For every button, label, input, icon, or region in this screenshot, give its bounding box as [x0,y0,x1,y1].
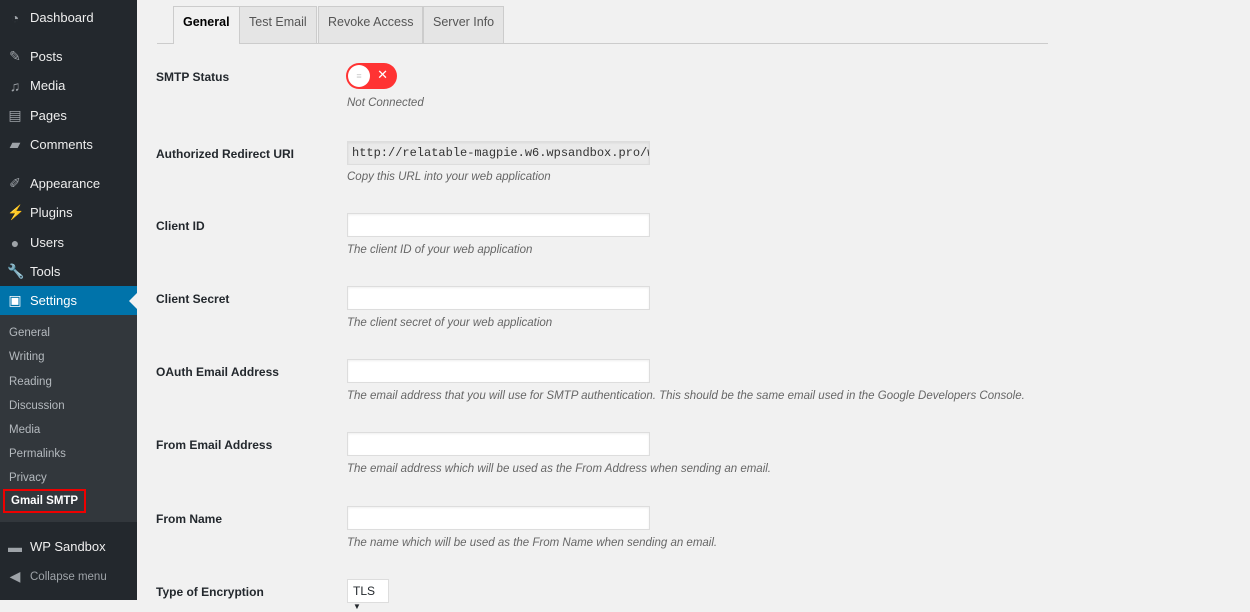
menu-dashboard[interactable]: ◔ Dashboard [0,3,137,32]
collapse-icon: ◀ [9,568,21,584]
tab-server-info[interactable]: Server Info [423,6,505,43]
plugin-icon: ⚡ [7,204,25,220]
oauth-email-label: OAuth Email Address [156,365,279,379]
menu-plugins[interactable]: ⚡ Plugins [0,198,137,227]
menu-wp-sandbox[interactable]: ▬ WP Sandbox [0,532,137,561]
menu-appearance[interactable]: ✐ Appearance [0,169,137,198]
collapse-menu-button[interactable]: ◀ Collapse menu [0,562,137,591]
settings-tabs: General Test Email Revoke Access Server … [157,6,1048,44]
submenu-permalinks[interactable]: Permalinks [9,448,66,460]
user-icon: ● [10,234,20,251]
dashboard-icon: ◔ [10,9,20,26]
menu-comments[interactable]: ▰ Comments [0,130,137,159]
encryption-label: Type of Encryption [156,585,264,599]
client-secret-input[interactable] [347,286,650,310]
submenu-writing[interactable]: Writing [9,351,45,363]
redirect-uri-field[interactable]: http://relatable-magpie.w6.wpsandbox.pro… [347,141,650,165]
redirect-uri-label: Authorized Redirect URI [156,147,295,161]
sandbox-icon: ▬ [8,538,22,555]
menu-users[interactable]: ● Users [0,228,137,257]
toggle-knob: ≡ [348,65,370,87]
brush-icon: ✐ [9,175,21,191]
submenu-general[interactable]: General [9,327,50,339]
tab-revoke-access[interactable]: Revoke Access [318,6,424,43]
pages-icon: ▤ [8,107,22,123]
media-icon: ♫ [9,77,21,94]
menu-media[interactable]: ♫ Media [0,71,137,100]
settings-icon: ▣ [8,292,22,308]
tab-test-email[interactable]: Test Email [239,6,317,43]
client-id-input[interactable] [347,213,650,237]
close-icon: ✕ [377,67,388,82]
from-name-label: From Name [156,512,223,526]
menu-tools[interactable]: 🔧 Tools [0,257,137,286]
submenu-discussion[interactable]: Discussion [9,400,65,412]
comment-icon: ▰ [9,136,21,152]
smtp-status-text: Not Connected [347,97,424,109]
submenu-reading[interactable]: Reading [9,376,52,388]
redirect-uri-desc: Copy this URL into your web application [347,171,551,183]
smtp-status-label: SMTP Status [156,70,230,84]
dropdown-arrow-icon: ▼ [353,602,361,611]
wrench-icon: 🔧 [7,263,25,279]
client-secret-label: Client Secret [156,292,230,306]
menu-pages[interactable]: ▤ Pages [0,101,137,130]
menu-posts[interactable]: ✎ Posts [0,42,137,71]
from-email-input[interactable] [347,432,650,456]
oauth-email-desc: The email address that you will use for … [347,390,1025,402]
from-email-desc: The email address which will be used as … [347,463,772,475]
pin-icon: ✎ [9,48,21,64]
client-id-label: Client ID [156,219,205,233]
encryption-select[interactable]: TLS ▼ [347,579,389,611]
client-id-desc: The client ID of your web application [347,244,533,256]
submenu-privacy[interactable]: Privacy [9,472,47,484]
from-name-input[interactable] [347,506,650,530]
from-name-desc: The name which will be used as the From … [347,537,718,549]
submenu-gmail-smtp[interactable]: Gmail SMTP [3,489,87,513]
tab-general[interactable]: General [173,6,240,44]
oauth-email-input[interactable] [347,359,650,383]
admin-sidebar: ◔ Dashboard ✎ Posts ♫ Media ▤ Pages ▰ Comment… [0,0,137,600]
submenu-media[interactable]: Media [9,424,40,436]
from-email-label: From Email Address [156,438,273,452]
client-secret-desc: The client secret of your web applicatio… [347,317,553,329]
menu-settings[interactable]: ▣ Settings [0,286,137,315]
smtp-status-toggle[interactable]: ≡ ✕ [346,63,397,89]
